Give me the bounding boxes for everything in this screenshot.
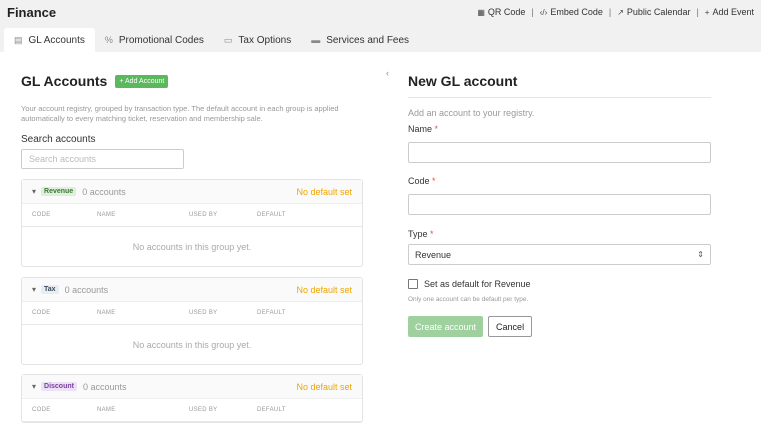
- type-select[interactable]: Revenue ⇕: [408, 244, 711, 265]
- required-mark: *: [430, 229, 434, 239]
- column-code: CODE: [32, 212, 51, 218]
- search-input[interactable]: [21, 149, 184, 169]
- percent-icon: %: [104, 35, 113, 45]
- default-status: No default set: [296, 284, 352, 295]
- chevron-down-icon[interactable]: ▾: [32, 382, 36, 391]
- account-count: 0 accounts: [64, 284, 109, 295]
- create-account-button[interactable]: Create account: [408, 316, 484, 337]
- column-name: NAME: [97, 407, 116, 413]
- add-event-label: Add Event: [712, 7, 754, 17]
- group-revenue: ▾ Revenue 0 accounts No default set CODE…: [21, 179, 363, 267]
- default-status: No default set: [296, 381, 352, 392]
- column-headers: CODE NAME USED BY DEFAULT: [22, 399, 362, 422]
- separator: |: [531, 7, 534, 17]
- empty-message: No accounts in this group yet.: [132, 339, 252, 350]
- qr-icon: ▦: [477, 7, 485, 17]
- type-badge: Revenue: [41, 187, 77, 196]
- public-calendar-link[interactable]: ↗ Public Calendar: [617, 7, 690, 17]
- type-label-text: Type: [408, 229, 428, 239]
- group-header[interactable]: ▾ Discount 0 accounts No default set: [22, 375, 362, 399]
- public-calendar-label: Public Calendar: [626, 7, 691, 17]
- external-link-icon: ↗: [617, 7, 624, 17]
- type-label: Type *: [408, 229, 711, 239]
- column-used-by: USED BY: [189, 212, 218, 218]
- required-mark: *: [432, 176, 436, 186]
- form-title: New GL account: [408, 73, 711, 98]
- group-tax: ▾ Tax 0 accounts No default set CODE NAM…: [21, 277, 363, 365]
- ticket-icon: ▭: [223, 34, 233, 45]
- plus-icon: +: [704, 7, 710, 17]
- default-status: No default set: [296, 186, 352, 197]
- column-headers: CODE NAME USED BY DEFAULT: [22, 204, 362, 227]
- separator: |: [696, 7, 699, 17]
- tab-gl-accounts[interactable]: ▤ GL Accounts: [4, 28, 95, 52]
- page-title: GL Accounts: [21, 73, 108, 89]
- tab-label: Tax Options: [238, 34, 292, 46]
- type-badge: Discount: [41, 382, 77, 391]
- column-default: DEFAULT: [257, 407, 286, 413]
- tab-bar: ▤ GL Accounts % Promotional Codes ▭ Tax Opt…: [0, 24, 761, 52]
- cancel-button[interactable]: Cancel: [488, 316, 533, 337]
- code-field[interactable]: [408, 194, 711, 215]
- embed-code-label: Embed Code: [550, 7, 603, 17]
- add-event-link[interactable]: + Add Event: [705, 7, 754, 17]
- registry-description: Your account registry, grouped by transa…: [21, 104, 339, 123]
- group-discount: ▾ Discount 0 accounts No default set COD…: [21, 374, 363, 423]
- gl-accounts-header: GL Accounts + Add Account: [21, 73, 363, 89]
- separator: |: [608, 7, 612, 17]
- qr-code-label: QR Code: [487, 7, 526, 17]
- select-arrows-icon: ⇕: [697, 250, 704, 259]
- default-checkbox[interactable]: [408, 279, 418, 289]
- qr-code-link[interactable]: ▦ QR Code: [477, 7, 525, 17]
- column-code: CODE: [32, 407, 51, 413]
- tab-label: Services and Fees: [326, 34, 410, 46]
- column-name: NAME: [97, 212, 116, 218]
- embed-code-link[interactable]: ‹/› Embed Code: [540, 7, 603, 17]
- book-icon: ▤: [14, 34, 23, 45]
- column-default: DEFAULT: [257, 212, 286, 218]
- form-subtitle: Add an account to your registry.: [408, 108, 535, 118]
- type-select-value: Revenue: [415, 249, 452, 260]
- name-label: Name *: [408, 124, 711, 134]
- chevron-down-icon[interactable]: ▾: [32, 285, 36, 294]
- group-header[interactable]: ▾ Tax 0 accounts No default set: [22, 278, 362, 302]
- code-label: Code *: [408, 176, 711, 186]
- empty-message: No accounts in this group yet.: [132, 241, 252, 252]
- collapse-panel-icon[interactable]: ‹: [386, 68, 389, 78]
- tab-tax-options[interactable]: ▭ Tax Options: [214, 28, 301, 52]
- column-name: NAME: [97, 310, 116, 316]
- required-mark: *: [434, 124, 439, 134]
- code-icon: ‹/›: [539, 7, 548, 17]
- app-title: Finance: [7, 4, 57, 20]
- default-checkbox-label: Set as default for Revenue: [424, 279, 531, 289]
- chevron-down-icon[interactable]: ▾: [32, 187, 36, 196]
- top-links: ▦ QR Code | ‹/› Embed Code | ↗ Public Calen…: [477, 7, 754, 17]
- code-label-text: Code: [408, 176, 430, 186]
- main-panel: GL Accounts + Add Account Your account r…: [0, 52, 761, 430]
- column-code: CODE: [32, 310, 51, 316]
- tab-label: GL Accounts: [28, 34, 85, 46]
- search-label: Search accounts: [21, 134, 96, 145]
- column-headers: CODE NAME USED BY DEFAULT: [22, 302, 362, 325]
- form-actions: Create account Cancel: [408, 316, 711, 337]
- tab-label: Promotional Codes: [118, 34, 204, 46]
- new-gl-account-form: New GL account Add an account to your re…: [408, 73, 711, 337]
- account-count: 0 accounts: [82, 381, 127, 392]
- default-hint: Only one account can be default per type…: [408, 296, 529, 303]
- type-badge: Tax: [41, 285, 59, 294]
- default-checkbox-row[interactable]: Set as default for Revenue: [408, 279, 711, 289]
- column-used-by: USED BY: [189, 407, 218, 413]
- money-icon: ▬: [311, 35, 321, 45]
- column-default: DEFAULT: [257, 310, 286, 316]
- account-count: 0 accounts: [82, 186, 126, 197]
- tab-services-and-fees[interactable]: ▬ Services and Fees: [301, 28, 419, 52]
- name-field[interactable]: [408, 142, 711, 163]
- add-account-button[interactable]: + Add Account: [115, 74, 169, 88]
- column-used-by: USED BY: [189, 310, 218, 316]
- tab-promotional-codes[interactable]: % Promotional Codes: [95, 28, 214, 52]
- top-bar: Finance ▦ QR Code | ‹/› Embed Code | ↗ Publ…: [0, 0, 761, 24]
- group-header[interactable]: ▾ Revenue 0 accounts No default set: [22, 180, 362, 204]
- name-label-text: Name: [408, 124, 433, 134]
- gl-accounts-panel: GL Accounts + Add Account Your account r…: [21, 73, 363, 169]
